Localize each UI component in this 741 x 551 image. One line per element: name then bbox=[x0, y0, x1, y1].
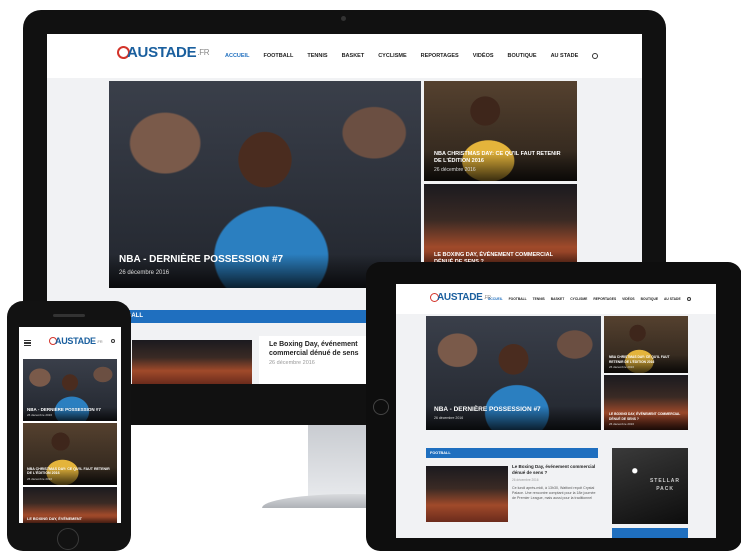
site-logo[interactable]: AUSTADE .FR bbox=[117, 44, 210, 61]
tablet-device: AUSTADE .FR ACCUEIL FOOTBALL TENNIS BASK… bbox=[366, 262, 741, 551]
tablet-boxing-card-image[interactable] bbox=[426, 466, 508, 522]
phone-speaker bbox=[53, 314, 85, 317]
phone-boxing-title[interactable]: LE BOXING DAY, ÉVÉNEMENT bbox=[27, 517, 113, 521]
phone-logo-brand: AUSTADE bbox=[55, 336, 96, 346]
tablet-logo-brand: AUSTADE bbox=[437, 292, 483, 303]
tablet-header: AUSTADE .FR ACCUEIL FOOTBALL TENNIS BASK… bbox=[396, 284, 716, 314]
tablet-logo[interactable]: AUSTADE .FR bbox=[430, 292, 491, 303]
christmas-title[interactable]: NBA CHRISTMAS DAY: CE QU'IL FAUT RETENIR… bbox=[434, 151, 567, 165]
tablet-home-button[interactable] bbox=[373, 399, 389, 415]
tablet-hero-date: 26 décembre 2016 bbox=[434, 416, 464, 420]
phone-hero-caption: NBA - DERNIÈRE POSSESSION #7 26 décembre… bbox=[23, 407, 117, 421]
tablet-section-label: FOOTBALL bbox=[430, 451, 451, 455]
tablet-christmas-date: 26 décembre 2016 bbox=[609, 365, 635, 369]
tablet-boxing-date: 26 décembre 2016 bbox=[609, 422, 635, 426]
nav-basket[interactable]: BASKET bbox=[342, 53, 365, 59]
boxing-card-title[interactable]: Le Boxing Day, événement commercial dénu… bbox=[259, 336, 359, 356]
phone-hero-article[interactable]: NBA - DERNIÈRE POSSESSION #7 26 décembre… bbox=[23, 359, 117, 421]
phone-christmas-title[interactable]: NBA CHRISTMAS DAY: CE QU'IL FAUT RETENIR… bbox=[27, 467, 113, 476]
logo-brand: AUSTADE bbox=[127, 44, 197, 61]
nav-cyclisme[interactable]: CYCLISME bbox=[378, 53, 406, 59]
tablet-hero-caption: NBA - DERNIÈRE POSSESSION #7 26 décembre… bbox=[426, 406, 601, 430]
desktop-nav: ACCUEIL FOOTBALL TENNIS BASKET CYCLISME … bbox=[225, 53, 599, 59]
tablet-boxing-card-date: 26 décembre 2016 bbox=[512, 477, 539, 482]
hero-article[interactable]: NBA - DERNIÈRE POSSESSION #7 26 décembre… bbox=[109, 81, 421, 288]
tablet-boxing-title[interactable]: LE BOXING DAY, ÉVÉNEMENT COMMERCIAL DÉNU… bbox=[609, 412, 683, 421]
nav-football[interactable]: FOOTBALL bbox=[263, 53, 293, 59]
sidebar-bar bbox=[612, 528, 688, 538]
nav-videos[interactable]: VIDÉOS bbox=[473, 53, 494, 59]
phone-hero-date: 26 décembre 2016 bbox=[27, 413, 53, 417]
tablet-nav-videos[interactable]: VIDÉOS bbox=[622, 297, 634, 301]
tablet-nav-accueil[interactable]: ACCUEIL bbox=[488, 297, 503, 301]
nav-boutique[interactable]: BOUTIQUE bbox=[508, 53, 537, 59]
tablet-boxing-card-title[interactable]: Le Boxing Day, événement commercial dénu… bbox=[512, 464, 600, 476]
tablet-boxing-card-excerpt: Ce lundi après-midi, à 13h30, Watford re… bbox=[512, 485, 596, 501]
nav-au-stade[interactable]: AU STADE bbox=[551, 53, 579, 59]
tablet-nav-boutique[interactable]: BOUTIQUE bbox=[641, 297, 658, 301]
tablet-boxing-tile[interactable]: LE BOXING DAY, ÉVÉNEMENT COMMERCIAL DÉNU… bbox=[604, 375, 688, 430]
sidebar-ad-line1: STELLAR bbox=[649, 478, 680, 484]
phone-search-icon[interactable] bbox=[111, 339, 115, 343]
search-icon[interactable] bbox=[592, 53, 599, 59]
phone-device: AUSTADE .FR NBA - DERNIÈRE POSSESSION #7… bbox=[7, 301, 131, 551]
tablet-nav-cyclisme[interactable]: CYCLISME bbox=[570, 297, 587, 301]
tablet-nav-au-stade[interactable]: AU STADE bbox=[664, 297, 681, 301]
tablet-boxing-card[interactable]: Le Boxing Day, événement commercial dénu… bbox=[512, 464, 600, 538]
boxing-card-image[interactable] bbox=[132, 340, 252, 384]
tablet-hero-title[interactable]: NBA - DERNIÈRE POSSESSION #7 bbox=[434, 406, 593, 413]
boxing-tile[interactable]: LE BOXING DAY, ÉVÉNEMENT COMMERCIAL DÉNU… bbox=[424, 184, 577, 274]
tablet-nav: ACCUEIL FOOTBALL TENNIS BASKET CYCLISME … bbox=[488, 297, 691, 301]
christmas-date: 26 décembre 2016 bbox=[434, 167, 476, 173]
tablet-nav-football[interactable]: FOOTBALL bbox=[509, 297, 527, 301]
tablet-nav-basket[interactable]: BASKET bbox=[551, 297, 565, 301]
phone-christmas-article[interactable]: NBA CHRISTMAS DAY: CE QU'IL FAUT RETENIR… bbox=[23, 423, 117, 485]
tablet-christmas-article[interactable]: NBA CHRISTMAS DAY: CE QU'IL FAUT RETENIR… bbox=[604, 316, 688, 373]
phone-christmas-caption: NBA CHRISTMAS DAY: CE QU'IL FAUT RETENIR… bbox=[23, 466, 117, 485]
nav-accueil[interactable]: ACCUEIL bbox=[225, 53, 249, 59]
christmas-caption: NBA CHRISTMAS DAY: CE QU'IL FAUT RETENIR… bbox=[424, 150, 577, 181]
tablet-screen: AUSTADE .FR ACCUEIL FOOTBALL TENNIS BASK… bbox=[396, 284, 716, 538]
phone-home-button[interactable] bbox=[57, 528, 79, 550]
sidebar-ad[interactable]: STELLAR PACK bbox=[612, 448, 688, 524]
tablet-nav-tennis[interactable]: TENNIS bbox=[533, 297, 545, 301]
tablet-christmas-title[interactable]: NBA CHRISTMAS DAY: CE QU'IL FAUT RETENIR… bbox=[609, 355, 683, 364]
logo-tld: .FR bbox=[197, 48, 210, 57]
tablet-nav-reportages[interactable]: REPORTAGES bbox=[593, 297, 616, 301]
phone-screen: AUSTADE .FR NBA - DERNIÈRE POSSESSION #7… bbox=[19, 327, 121, 523]
hero-title[interactable]: NBA - DERNIÈRE POSSESSION #7 bbox=[119, 254, 411, 265]
tablet-search-icon[interactable] bbox=[686, 297, 691, 301]
phone-header: AUSTADE .FR bbox=[19, 327, 121, 357]
tablet-christmas-caption: NBA CHRISTMAS DAY: CE QU'IL FAUT RETENIR… bbox=[604, 355, 688, 373]
tablet-section-bar-football: FOOTBALL bbox=[426, 448, 598, 458]
sidebar-ad-line2: PACK bbox=[656, 486, 674, 492]
tablet-hero-article[interactable]: NBA - DERNIÈRE POSSESSION #7 26 décembre… bbox=[426, 316, 601, 430]
phone-christmas-date: 26 décembre 2016 bbox=[27, 477, 53, 481]
responsive-mockup: AUSTADE .FR ACCUEIL FOOTBALL TENNIS BASK… bbox=[0, 0, 741, 551]
christmas-article[interactable]: NBA CHRISTMAS DAY: CE QU'IL FAUT RETENIR… bbox=[424, 81, 577, 181]
phone-logo-tld: .FR bbox=[96, 338, 103, 344]
menu-icon[interactable] bbox=[24, 340, 31, 346]
nav-tennis[interactable]: TENNIS bbox=[307, 53, 327, 59]
phone-hero-title[interactable]: NBA - DERNIÈRE POSSESSION #7 bbox=[27, 407, 113, 412]
monitor-camera bbox=[341, 16, 346, 21]
phone-logo[interactable]: AUSTADE .FR bbox=[49, 336, 103, 346]
tablet-boxing-caption: LE BOXING DAY, ÉVÉNEMENT COMMERCIAL DÉNU… bbox=[604, 412, 688, 430]
nav-reportages[interactable]: REPORTAGES bbox=[421, 53, 459, 59]
desktop-header: AUSTADE .FR ACCUEIL FOOTBALL TENNIS BASK… bbox=[47, 34, 642, 78]
phone-boxing-caption: LE BOXING DAY, ÉVÉNEMENT bbox=[23, 517, 117, 523]
phone-boxing-tile[interactable]: LE BOXING DAY, ÉVÉNEMENT bbox=[23, 487, 117, 523]
